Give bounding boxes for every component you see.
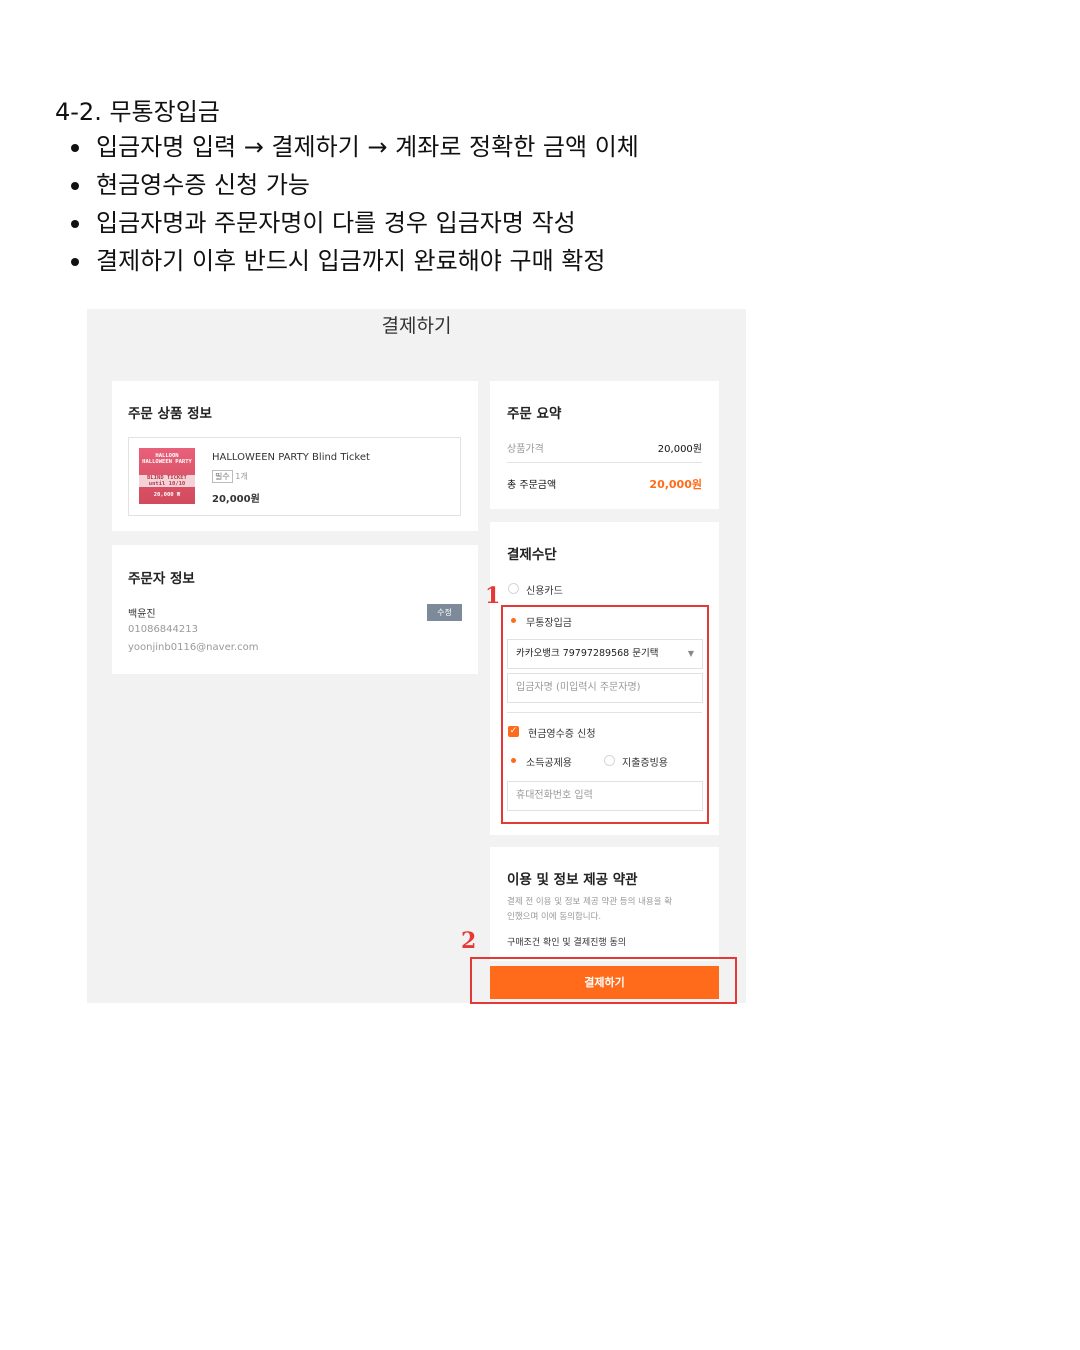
annotation-box-1 <box>501 605 709 824</box>
annotation-box-2 <box>470 957 737 1004</box>
terms-text: 결제 전 이용 및 정보 제공 약관 등의 내용을 확 인했으며 이에 동의합니… <box>507 897 673 922</box>
product-thumbnail: HALLOON HALLOWEEN PARTY BLIND TICKET unt… <box>139 448 195 504</box>
orderer-email: yoonjinb0116@naver.com <box>128 642 259 653</box>
order-product-heading: 주문 상품 정보 <box>128 406 212 422</box>
product-name: HALLOWEEN PARTY Blind Ticket <box>212 452 370 463</box>
instruction-item: 입금자명 입력 → 결제하기 → 계좌로 정확한 금액 이체 <box>55 130 639 168</box>
order-summary-card: 주문 요약 상품가격 20,000원 총 주문금액 20,000원 <box>490 381 719 509</box>
divider <box>507 462 702 463</box>
instruction-item: 입금자명과 주문자명이 다를 경우 입금자명 작성 <box>55 206 639 244</box>
required-badge: 필수 <box>212 470 233 483</box>
orderer-phone: 01086844213 <box>128 624 198 635</box>
product-price-value: 20,000원 <box>657 444 702 455</box>
credit-card-radio[interactable] <box>508 583 519 594</box>
annotation-marker-2: 2 <box>461 928 477 954</box>
payment-method-heading: 결제수단 <box>507 547 557 563</box>
orderer-name: 백윤진 <box>128 609 156 620</box>
instruction-item: 현금영수증 신청 가능 <box>55 168 639 206</box>
product-item[interactable]: HALLOON HALLOWEEN PARTY BLIND TICKET unt… <box>128 437 461 516</box>
total-label: 총 주문금액 <box>507 480 557 491</box>
annotation-marker-1: 1 <box>485 583 501 609</box>
checkout-page-title: 결제하기 <box>381 315 452 337</box>
document-title: 4-2. 무통장입금 <box>55 98 220 126</box>
checkout-screenshot: 결제하기 주문 상품 정보 HALLOON HALLOWEEN PARTY BL… <box>87 309 746 1004</box>
product-price-label: 상품가격 <box>507 444 544 455</box>
orderer-info-heading: 주문자 정보 <box>128 571 195 587</box>
total-value: 20,000원 <box>649 478 702 491</box>
product-price: 20,000원 <box>212 494 260 505</box>
edit-button[interactable]: 수정 <box>427 604 462 621</box>
terms-card: 이용 및 정보 제공 약관 결제 전 이용 및 정보 제공 약관 등의 내용을 … <box>490 847 719 961</box>
terms-heading: 이용 및 정보 제공 약관 <box>507 872 638 888</box>
credit-card-label[interactable]: 신용카드 <box>526 582 563 597</box>
order-product-card: 주문 상품 정보 HALLOON HALLOWEEN PARTY BLIND T… <box>112 381 478 531</box>
order-summary-heading: 주문 요약 <box>507 406 562 422</box>
instruction-item: 결제하기 이후 반드시 입금까지 완료해야 구매 확정 <box>55 244 639 282</box>
terms-agree-label[interactable]: 구매조건 확인 및 결제진행 동의 <box>507 935 626 948</box>
instruction-list: 입금자명 입력 → 결제하기 → 계좌로 정확한 금액 이체 현금영수증 신청 … <box>55 130 639 282</box>
orderer-info-card: 주문자 정보 백윤진 01086844213 yoonjinb0116@nave… <box>112 545 478 674</box>
product-quantity: 1개 <box>235 472 248 481</box>
